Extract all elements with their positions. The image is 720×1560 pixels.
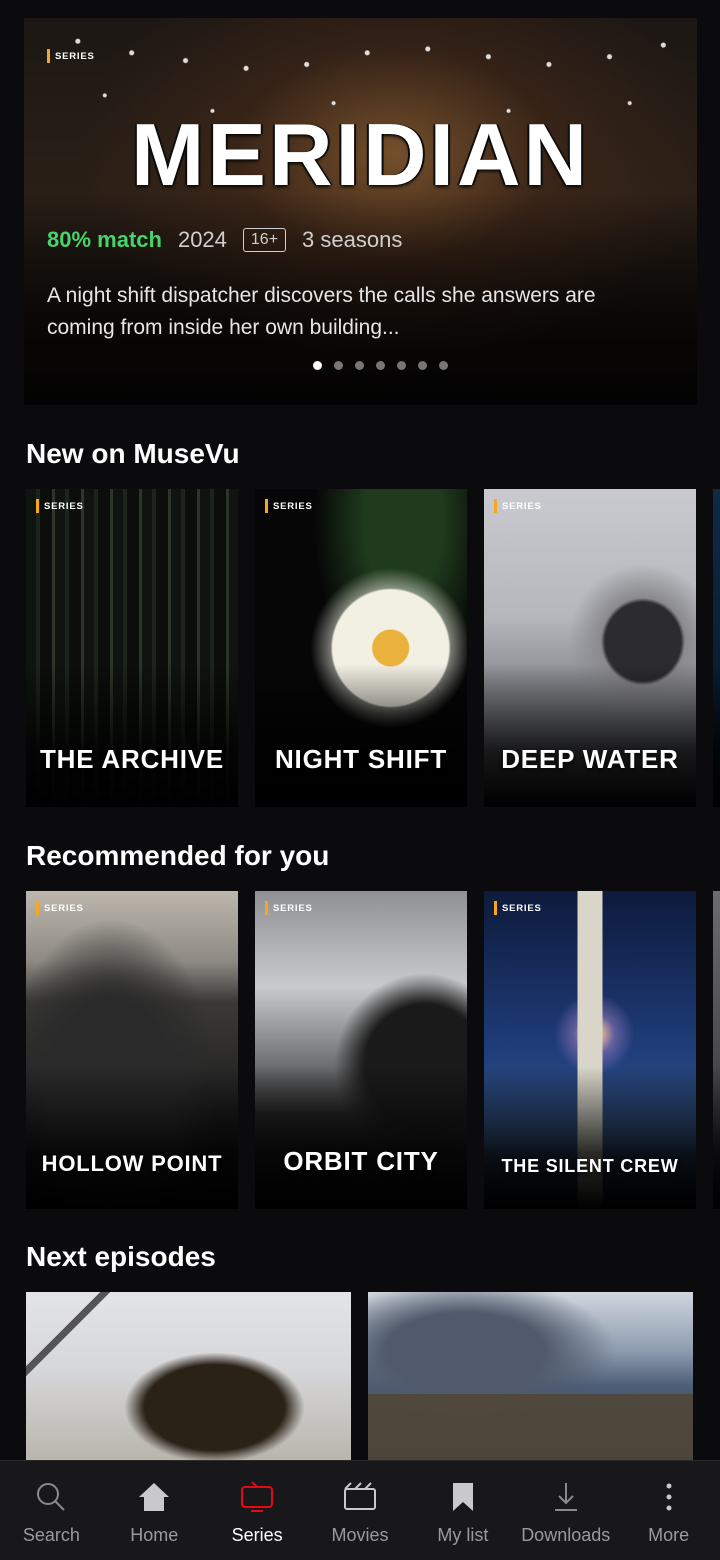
card-title: THE SILENT CREW xyxy=(501,1156,679,1176)
tag-accent-bar xyxy=(47,49,50,63)
card-tag-label: SERIES xyxy=(502,902,542,914)
nav-item-my-list[interactable]: My list xyxy=(411,1461,514,1560)
nav-label: Series xyxy=(231,1525,283,1545)
carousel-indicator xyxy=(24,361,697,370)
tag-accent-bar xyxy=(265,901,268,915)
card-tag-label: SERIES xyxy=(44,902,84,914)
carousel-dot[interactable] xyxy=(334,361,343,370)
title-card-peek[interactable] xyxy=(713,489,720,807)
tag-accent-bar xyxy=(494,499,497,513)
card-title: THE ARCHIVE xyxy=(39,744,225,774)
card-series-tag: SERIES xyxy=(36,901,84,915)
title-card[interactable]: SERIES DEEP WATER xyxy=(484,489,696,807)
episode-thumbnail[interactable] xyxy=(26,1292,351,1462)
title-card[interactable]: SERIES THE SILENT CREW xyxy=(484,891,696,1209)
row-recommended: SERIES HOLLOW POINT SERIES ORBIT CITY SE… xyxy=(26,891,720,1209)
bottom-navigation: Search Home Series Movies My list Downlo… xyxy=(0,1460,720,1560)
card-title: ORBIT CITY xyxy=(283,1146,439,1176)
clapper-icon xyxy=(342,1479,378,1515)
tag-accent-bar xyxy=(36,901,39,915)
hero-banner[interactable]: SERIES MERIDIAN 80% match 2024 16+ 3 sea… xyxy=(24,18,697,405)
tv-icon xyxy=(239,1479,275,1515)
title-card[interactable]: SERIES THE ARCHIVE xyxy=(26,489,238,807)
nav-item-home[interactable]: Home xyxy=(103,1461,206,1560)
nav-label: Downloads xyxy=(521,1525,611,1545)
nav-item-movies[interactable]: Movies xyxy=(309,1461,412,1560)
carousel-dot[interactable] xyxy=(397,361,406,370)
card-tag-label: SERIES xyxy=(273,500,313,512)
nav-label: Home xyxy=(130,1525,179,1545)
section-title-recommended: Recommended for you xyxy=(26,840,330,871)
row-new: SERIES THE ARCHIVE SERIES NIGHT SHIFT SE… xyxy=(26,489,720,807)
hero-series-tag: SERIES xyxy=(47,49,95,63)
title-card-peek[interactable] xyxy=(713,891,720,1209)
nav-label: My list xyxy=(437,1525,489,1545)
carousel-dot[interactable] xyxy=(439,361,448,370)
card-series-tag: SERIES xyxy=(265,901,313,915)
title-card[interactable]: SERIES ORBIT CITY xyxy=(255,891,467,1209)
nav-label: Search xyxy=(22,1525,80,1545)
nav-label: Movies xyxy=(331,1525,389,1545)
search-icon xyxy=(33,1479,69,1515)
card-series-tag: SERIES xyxy=(265,499,313,513)
hero-tag-label: SERIES xyxy=(55,50,95,62)
carousel-dot[interactable] xyxy=(355,361,364,370)
carousel-dot[interactable] xyxy=(376,361,385,370)
more-vertical-icon xyxy=(651,1479,687,1515)
home-icon xyxy=(136,1479,172,1515)
card-tag-label: SERIES xyxy=(44,500,84,512)
episode-thumbnail[interactable] xyxy=(368,1292,693,1462)
card-title: NIGHT SHIFT xyxy=(274,744,447,774)
hero-meta: 80% match 2024 16+ 3 seasons xyxy=(47,227,402,253)
section-title-new: New on MuseVu xyxy=(26,438,240,469)
bookmark-icon xyxy=(445,1479,481,1515)
card-tag-label: SERIES xyxy=(273,902,313,914)
section-title-next: Next episodes xyxy=(26,1241,216,1272)
nav-item-more[interactable]: More xyxy=(617,1461,720,1560)
carousel-dot[interactable] xyxy=(313,361,322,370)
tag-accent-bar xyxy=(36,499,39,513)
age-rating-badge: 16+ xyxy=(242,228,287,252)
nav-item-downloads[interactable]: Downloads xyxy=(514,1461,617,1560)
card-series-tag: SERIES xyxy=(36,499,84,513)
nav-item-search[interactable]: Search xyxy=(0,1461,103,1560)
nav-item-series[interactable]: Series xyxy=(206,1461,309,1560)
match-score: 80% match xyxy=(47,227,162,252)
download-icon xyxy=(548,1479,584,1515)
card-series-tag: SERIES xyxy=(494,499,542,513)
card-tag-label: SERIES xyxy=(502,500,542,512)
hero-description: A night shift dispatcher discovers the c… xyxy=(47,284,596,339)
season-count: 3 seasons xyxy=(302,227,403,252)
hero-title: MERIDIAN xyxy=(130,105,591,204)
tag-accent-bar xyxy=(494,901,497,915)
card-title: DEEP WATER xyxy=(501,744,679,774)
tag-accent-bar xyxy=(265,499,268,513)
carousel-dot[interactable] xyxy=(418,361,427,370)
title-card[interactable]: SERIES NIGHT SHIFT xyxy=(255,489,467,807)
card-title: HOLLOW POINT xyxy=(41,1151,223,1176)
card-series-tag: SERIES xyxy=(494,901,542,915)
release-year: 2024 xyxy=(177,227,227,252)
nav-label: More xyxy=(648,1525,690,1545)
title-card[interactable]: SERIES HOLLOW POINT xyxy=(26,891,238,1209)
